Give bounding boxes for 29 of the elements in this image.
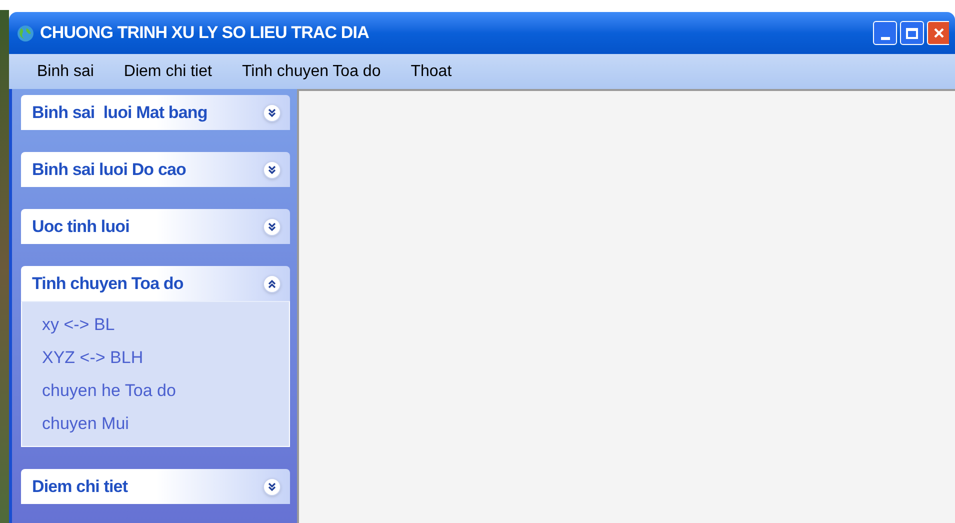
group-title: Tinh chuyen Toa do (32, 272, 184, 295)
expand-chevron-icon[interactable] (263, 104, 281, 122)
group-title: Binh sai luoi Mat bang (32, 102, 208, 124)
task-link[interactable]: chuyen he Toa do (42, 374, 289, 407)
group-header[interactable]: Binh sai luoi Do cao (21, 152, 290, 187)
group-title: Binh sai luoi Do cao (32, 158, 186, 181)
group-header[interactable]: Tinh chuyen Toa do (21, 266, 290, 301)
group-header[interactable]: Binh sai luoi Mat bang (21, 95, 290, 130)
menu-item[interactable]: Diem chi tiet (114, 60, 222, 84)
task-link[interactable]: XYZ <-> BLH (42, 341, 289, 374)
expand-chevron-icon[interactable] (263, 160, 281, 178)
task-link[interactable]: chuyen Mui (42, 407, 289, 440)
group-title: Uoc tinh luoi (32, 216, 130, 238)
expand-chevron-icon[interactable] (263, 478, 281, 496)
group-header[interactable]: Uoc tinh luoi (21, 209, 290, 244)
minimize-button[interactable] (873, 21, 897, 45)
window-title: CHUONG TRINH XU LY SO LIEU TRAC DIA (40, 22, 369, 44)
menu-item[interactable]: Tinh chuyen Toa do (232, 60, 391, 84)
menu-item[interactable]: Binh sai (27, 60, 104, 84)
group-title: Diem chi tiet (32, 476, 128, 498)
close-icon (932, 27, 944, 39)
task-link[interactable]: xy <-> BL (42, 308, 289, 341)
expand-chevron-icon[interactable] (263, 218, 281, 236)
close-button[interactable] (927, 21, 949, 45)
group-header[interactable]: Diem chi tiet (21, 469, 290, 504)
globe-icon (17, 24, 34, 42)
collapse-chevron-icon[interactable] (263, 274, 281, 292)
menu-item[interactable]: Thoat (400, 60, 462, 84)
maximize-button[interactable] (900, 21, 924, 45)
